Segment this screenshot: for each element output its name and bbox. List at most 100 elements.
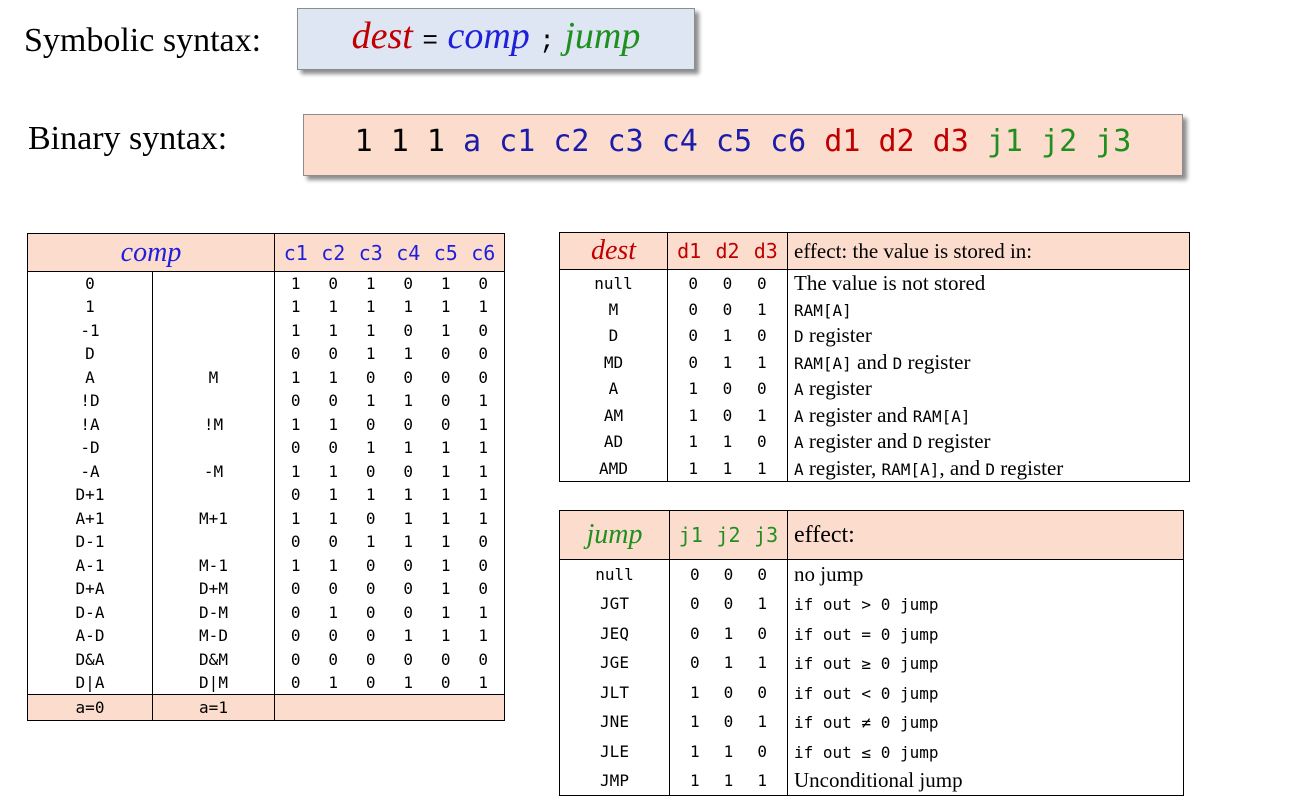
comp-bit: 0	[440, 649, 451, 669]
dest-effect-text: and	[851, 349, 893, 374]
jump-name-cell: JNE	[559, 707, 670, 737]
jump-bit: 1	[690, 741, 700, 761]
dest-bit-header-d3: d3	[753, 239, 778, 263]
symbolic-jump: jump	[564, 15, 641, 57]
comp-bit: 1	[478, 673, 489, 692]
comp-bits-cell: 1 1 0 0 0 1	[274, 412, 505, 436]
comp-row: D+A D+M 0 0 0 0 1 0	[27, 577, 505, 601]
comp-a1-cell	[152, 295, 275, 319]
comp-bits: 1 0 1 0 1 0	[276, 274, 504, 293]
comp-row: A+1 M+1 1 1 0 1 1 1	[27, 506, 505, 530]
comp-bit: 1	[478, 438, 489, 458]
dest-effect-cell: D register	[787, 322, 1190, 349]
dest-bit: 1	[688, 432, 698, 452]
jump-effect-text: no jump	[794, 562, 864, 586]
dest-bit: 1	[757, 352, 767, 372]
comp-bits: 1 1 1 1 1 1	[276, 297, 504, 317]
jump-row: JNE 1 0 1 if out ≠ 0 jump	[559, 707, 1184, 737]
dest-row: M 0 0 1 RAM[A]	[559, 296, 1190, 323]
comp-row: D-1 0 0 1 1 1 0	[27, 530, 505, 554]
comp-bit: 1	[440, 461, 451, 481]
jump-table: jump j1 j2 j3 effect: null 0 0 0 no jump JGT 0…	[559, 510, 1184, 796]
comp-bits: 0 0 0 1 1 1	[276, 626, 504, 646]
jump-effect-cell: if out ≠ 0 jump	[787, 707, 1184, 737]
comp-bit: 0	[403, 414, 414, 434]
comp-bits-cell: 0 0 1 1 0 0	[274, 342, 505, 366]
comp-bit-header-c5: c5	[433, 240, 458, 265]
comp-bit: 0	[290, 485, 301, 505]
comp-bit: 1	[290, 461, 301, 481]
dest-table: dest d1 d2 d3 effect: the value is store…	[559, 232, 1190, 482]
comp-a1-cell	[152, 318, 275, 342]
dest-bits-header: d1 d2 d3	[667, 232, 788, 270]
comp-a0-cell: D+A	[27, 577, 153, 601]
dest-effect-text: RAM[A]	[912, 406, 971, 426]
dest-bit: 0	[757, 432, 767, 452]
comp-bit: 1	[440, 626, 451, 646]
comp-a0-cell: A+1	[27, 506, 153, 530]
jump-row: JLT 1 0 0 if out < 0 jump	[559, 677, 1184, 707]
jump-bits-cell: 1 1 0	[669, 736, 788, 766]
jump-bits: 1 0 0	[671, 683, 787, 702]
comp-bit-header-c4: c4	[396, 240, 421, 265]
dest-bit: 0	[688, 299, 698, 319]
dest-effect-text: D	[892, 353, 903, 373]
comp-a1-cell: !M	[152, 412, 275, 436]
comp-bits: 1 1 0 0 0 0	[276, 368, 504, 387]
comp-bit: 0	[290, 391, 301, 411]
comp-a1-cell	[152, 483, 275, 507]
comp-bit: 1	[403, 485, 414, 505]
jump-name-cell: JLE	[559, 736, 670, 766]
jump-bits: 1 1 1	[671, 771, 787, 790]
jump-header: jump	[559, 510, 670, 560]
symbolic-equals: =	[422, 26, 438, 56]
jump-bit: 1	[757, 771, 767, 790]
dest-effect-header: effect: the value is stored in:	[787, 232, 1190, 270]
jump-effect-cell: if out ≤ 0 jump	[787, 736, 1184, 766]
comp-bits: 0 0 1 1 1 0	[276, 532, 504, 552]
symbolic-semicolon: ;	[539, 26, 555, 56]
symbolic-syntax-label: Symbolic syntax:	[24, 22, 262, 59]
comp-bit: 1	[290, 320, 301, 340]
comp-bit: 0	[478, 532, 489, 552]
comp-bit: 1	[403, 297, 414, 317]
comp-bit: 0	[365, 579, 376, 599]
comp-a1-cell: M	[152, 365, 275, 389]
jump-bit: 0	[723, 565, 734, 584]
dest-effect-text: RAM[A]	[881, 459, 940, 479]
comp-bit: 0	[290, 626, 301, 646]
jump-bit: 1	[723, 741, 734, 761]
comp-bit: 1	[365, 297, 376, 317]
jump-bit: 0	[690, 653, 700, 673]
comp-bit: 1	[440, 508, 451, 528]
comp-a0-cell: D|A	[27, 671, 153, 695]
comp-bits: 0 1 0 1 0 1	[276, 673, 504, 692]
comp-a1-cell	[152, 389, 275, 413]
jump-bit: 1	[757, 594, 767, 614]
dest-bit: 1	[688, 458, 698, 478]
comp-a1-cell: M+1	[152, 506, 275, 530]
comp-row: !D 0 0 1 1 0 1	[27, 389, 505, 413]
dest-bits: 0 1 1	[669, 352, 787, 372]
comp-bits-cell: 0 1 0 0 1 1	[274, 600, 505, 624]
comp-bit: 1	[365, 274, 376, 293]
binary-syntax-box: 1 1 1 a c1 c2 c3 c4 c5 c6 d1 d2 d3 j1 j2…	[303, 114, 1183, 176]
comp-bit: 0	[328, 579, 339, 599]
comp-a1-cell: -M	[152, 459, 275, 483]
comp-bits-cell: 1 1 0 1 1 1	[274, 506, 505, 530]
jump-bit: 1	[757, 712, 767, 732]
jump-bits-cell: 0 1 1	[669, 648, 788, 678]
dest-name-cell: M	[559, 296, 668, 323]
comp-a1-cell: D-M	[152, 600, 275, 624]
comp-row: D&A D&M 0 0 0 0 0 0	[27, 647, 505, 671]
comp-bits: 1 1 0 0 1 1	[276, 461, 504, 481]
comp-bits: 0 1 0 0 1 1	[276, 603, 504, 622]
comp-bits: 1 1 0 0 0 1	[276, 414, 504, 434]
dest-effect-text: D	[985, 459, 996, 479]
comp-bits: 0 0 1 1 1 1	[276, 438, 504, 458]
comp-bits-cell: 1 1 0 0 1 1	[274, 459, 505, 483]
comp-bit-header-c3: c3	[358, 240, 383, 265]
dest-row: A100A register	[559, 375, 1190, 402]
jump-bits: 1 0 1	[671, 712, 787, 732]
dest-bit: 0	[757, 326, 767, 346]
